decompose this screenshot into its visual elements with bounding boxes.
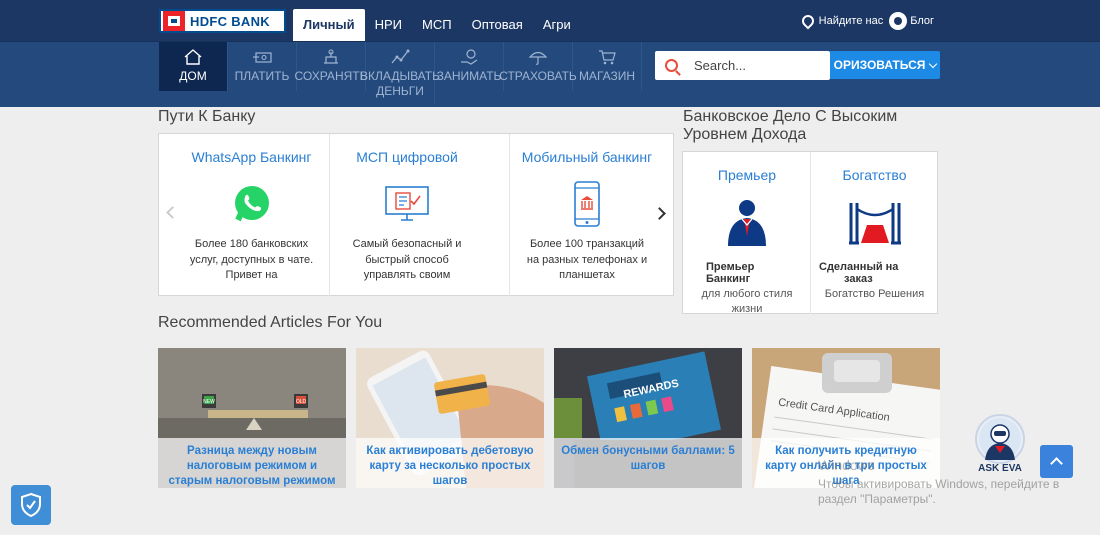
way-card-desc: Самый безопасный и быстрый способ управл…: [352, 238, 462, 281]
location-pin-icon: [799, 12, 817, 30]
nav-invest-label-line2: ДЕНЬГИ: [376, 84, 424, 98]
growth-chart-icon: [391, 49, 410, 64]
premier-section-title: Банковское Дело С Высоким Уровнем Дохода: [683, 108, 897, 144]
way-card-whatsapp[interactable]: WhatsApp Банкинг Более 180 банковских ус…: [174, 134, 329, 296]
nav-shop-label: МАГАЗИН: [578, 69, 636, 83]
eva-robot-icon: [979, 418, 1021, 460]
loan-hand-icon: [461, 49, 478, 65]
wealth-card[interactable]: Богатство Сделанный на заказ Богатство Р…: [810, 152, 938, 314]
chevron-up-icon: [1050, 457, 1063, 470]
way-card-mobile-banking[interactable]: Мобильный банкинг Более 100 транзакций н…: [509, 134, 664, 296]
nav-save[interactable]: СОХРАНЯТЬ: [294, 42, 368, 91]
main-nav: ДОМ ПЛАТИТЬ СОХРАНЯТЬ ВКЛАДЫВАТЬ ДЕНЬГИ …: [159, 42, 642, 107]
way-card-sme-digital[interactable]: МСП цифровой Самый безопасный и быстрый …: [329, 134, 484, 296]
old-tag: OLD: [296, 399, 307, 405]
tab-wholesale[interactable]: Оптовая: [462, 9, 533, 41]
security-shield-button[interactable]: [11, 485, 51, 525]
premier-card-sub: для любого стиля жизни: [683, 287, 811, 317]
piggy-bank-icon: [324, 49, 338, 64]
whatsapp-icon: [174, 179, 329, 229]
wealth-card-sub: Богатство Решения: [811, 287, 938, 302]
shield-check-icon: [21, 492, 41, 518]
nav-home[interactable]: ДОМ: [159, 42, 228, 91]
nav-shop[interactable]: МАГАЗИН: [573, 42, 642, 91]
home-icon: [184, 49, 202, 65]
activation-watermark-text: Чтобы активировать Windows, перейдите в …: [818, 477, 1060, 506]
ways-section-title: Пути К Банку: [158, 108, 256, 125]
article-caption[interactable]: Как активировать дебетовую карту за неск…: [356, 438, 544, 488]
premier-card-bold-line1: Премьер: [706, 261, 755, 273]
premier-cards: Премьер Премьер Банкинг для любого стиля…: [682, 151, 938, 317]
way-card-desc: Более 100 транзакций на разных телефонах…: [526, 238, 648, 281]
eva-avatar: [975, 414, 1025, 464]
monitor-check-icon: [330, 179, 484, 229]
nav-insure-label: СТРАХОВАТЬ: [499, 69, 577, 83]
nav-home-label: ДОМ: [179, 69, 207, 83]
wealth-card-title: Богатство: [842, 167, 907, 183]
top-links: Найдите нас Блог: [799, 12, 934, 30]
premier-card-bold-line2: Банкинг: [706, 273, 751, 285]
umbrella-icon: [528, 51, 548, 65]
scroll-to-top-button[interactable]: [1040, 445, 1073, 478]
premier-card[interactable]: Премьер Премьер Банкинг для любого стиля…: [683, 152, 811, 317]
premier-card-sub-line1: для любого стиля: [701, 288, 793, 300]
search-icon: [665, 59, 678, 72]
top-bar: HDFC BANK Личный НРИ МСП Оптовая Агри На…: [0, 0, 1100, 41]
search-box: [655, 51, 830, 80]
article-card[interactable]: REWARDS Обмен бонусными баллами: 5 шагов: [554, 348, 742, 488]
login-button[interactable]: ОРИЗОВАТЬСЯ: [830, 51, 940, 79]
nav-invest[interactable]: ВКЛАДЫВАТЬ ДЕНЬГИ: [360, 42, 440, 104]
article-card[interactable]: Как активировать дебетовую карту за неск…: [356, 348, 544, 488]
nav-pay[interactable]: ПЛАТИТЬ: [228, 42, 297, 91]
tab-sme[interactable]: МСП: [412, 9, 462, 41]
nav-invest-label-line1: ВКЛАДЫВАТЬ: [360, 69, 440, 83]
activation-watermark-title: Windows: [818, 457, 875, 473]
nav-borrow[interactable]: ЗАНИМАТЬ: [435, 42, 504, 91]
wealth-card-sub-line1: Богатство Решения: [824, 288, 925, 300]
pay-icon: [253, 52, 272, 63]
wealth-card-bold-line1: Сделанный на: [819, 261, 899, 273]
login-button-label: ОРИЗОВАТЬСЯ: [833, 58, 926, 72]
main-nav-bar: ДОМ ПЛАТИТЬ СОХРАНЯТЬ ВКЛАДЫВАТЬ ДЕНЬГИ …: [0, 41, 1100, 107]
premier-card-sub-line2: жизни: [731, 303, 763, 315]
premier-section-title-line1: Банковское Дело С Высоким: [683, 108, 898, 125]
chevron-down-icon: [929, 59, 938, 68]
way-card-title: МСП цифровой: [356, 149, 458, 165]
tab-agri[interactable]: Агри: [533, 9, 581, 41]
businessman-icon: [683, 195, 811, 251]
nav-save-label: СОХРАНЯТЬ: [294, 69, 368, 83]
articles-section-title: Recommended Articles For You: [158, 314, 383, 331]
premier-card-title: Премьер: [717, 167, 777, 183]
segment-tabs: Личный НРИ МСП Оптовая Агри: [293, 9, 581, 41]
nav-pay-label: ПЛАТИТЬ: [234, 69, 290, 83]
hdfc-logo[interactable]: HDFC BANK: [159, 9, 286, 33]
article-caption[interactable]: Разница между новым налоговым режимом и …: [158, 438, 346, 488]
article-caption[interactable]: Обмен бонусными баллами: 5 шагов: [554, 438, 742, 488]
ways-to-bank-carousel: WhatsApp Банкинг Более 180 банковских ус…: [158, 133, 674, 296]
premier-card-bold: Премьер Банкинг: [683, 261, 811, 285]
way-card-title: WhatsApp Банкинг: [191, 149, 312, 165]
blog-link[interactable]: Блог: [910, 15, 934, 27]
ask-eva-chat-button[interactable]: ASK EVA: [973, 414, 1027, 480]
blog-icon: [889, 12, 908, 30]
cart-icon: [599, 50, 616, 65]
new-tag: NEW: [203, 399, 215, 405]
mobile-bank-icon: [510, 179, 664, 229]
premier-section-title-line2: Уровнем Дохода: [683, 126, 807, 143]
tab-personal[interactable]: Личный: [293, 9, 365, 41]
nav-insure[interactable]: СТРАХОВАТЬ: [499, 42, 577, 91]
way-card-desc: Более 180 банковских услуг, доступных в …: [189, 238, 314, 281]
stanchion-carpet-icon: [811, 195, 938, 251]
article-card[interactable]: NEW OLD Разница между новым налоговым ре…: [158, 348, 346, 488]
wealth-card-bold-line2: заказ: [844, 273, 873, 285]
search-input[interactable]: [694, 58, 814, 73]
way-card-title: Мобильный банкинг: [521, 149, 653, 165]
locate-us-link[interactable]: Найдите нас: [819, 15, 884, 27]
eva-label: ASK EVA: [978, 463, 1022, 474]
wealth-card-bold: Сделанный на заказ: [811, 261, 938, 285]
brand-name: HDFC BANK: [190, 13, 270, 29]
hdfc-logo-mark-icon: [163, 11, 185, 31]
nav-borrow-label: ЗАНИМАТЬ: [436, 69, 502, 83]
tab-nri[interactable]: НРИ: [365, 9, 412, 41]
